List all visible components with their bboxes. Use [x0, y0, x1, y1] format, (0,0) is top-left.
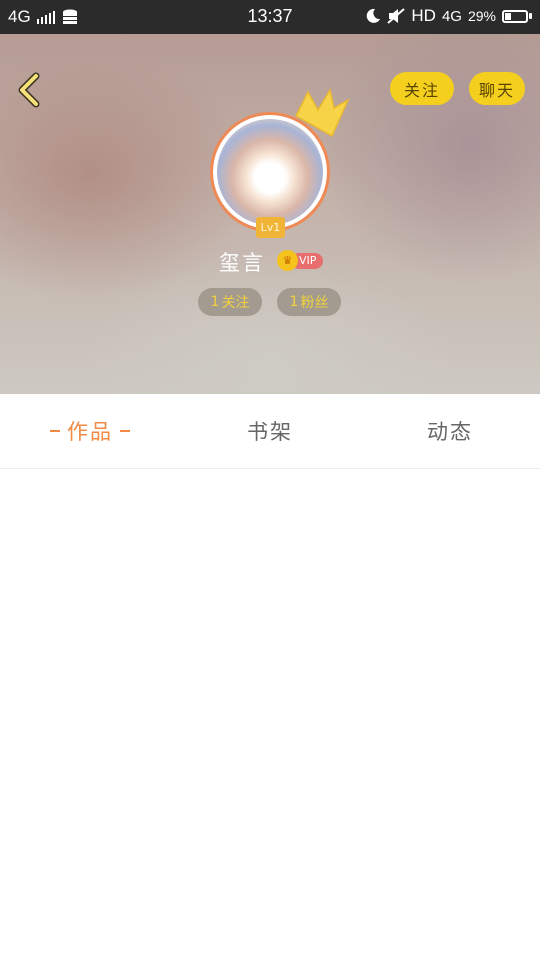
- tab-works[interactable]: 作品: [0, 394, 180, 468]
- status-right: HD 4G 29%: [365, 6, 532, 26]
- battery-icon: [502, 9, 532, 23]
- following-count: 1: [210, 294, 220, 310]
- fans-label: 粉丝: [300, 295, 329, 311]
- fans-stat[interactable]: 1 粉丝: [277, 288, 341, 316]
- level-badge: Lv1: [256, 217, 285, 238]
- profile-header: 关注 聊天 Lv1 玺言 VIP ♛ 1 关注 1 粉丝: [0, 34, 540, 394]
- network-right-label: 4G: [441, 7, 462, 25]
- tab-activity-label: 动态: [427, 420, 473, 444]
- hd-label: HD: [411, 6, 436, 25]
- tab-bookshelf-label: 书架: [247, 420, 293, 444]
- following-stat[interactable]: 1 关注: [198, 288, 262, 316]
- crown-coin-icon: ♛: [277, 250, 298, 271]
- back-icon[interactable]: [12, 70, 48, 110]
- chat-button[interactable]: 聊天: [469, 72, 525, 105]
- tab-works-label: 作品: [67, 420, 113, 444]
- tab-indicator-left: [50, 430, 60, 432]
- tab-indicator-right: [120, 430, 130, 432]
- mute-icon: [387, 8, 406, 24]
- tab-activity[interactable]: 动态: [360, 394, 540, 468]
- status-bar: 4G 13:37 HD 4G 29%: [0, 0, 540, 34]
- works-content: [0, 470, 540, 960]
- fans-count: 1: [289, 294, 299, 310]
- crown-icon: [295, 88, 350, 138]
- following-label: 关注: [221, 295, 250, 311]
- vip-badge: VIP ♛: [277, 250, 325, 272]
- follow-button[interactable]: 关注: [390, 72, 454, 105]
- tab-bookshelf[interactable]: 书架: [180, 394, 360, 468]
- tab-bar: 作品 书架 动态: [0, 394, 540, 469]
- username: 玺言: [219, 251, 265, 275]
- battery-percent: 29%: [467, 8, 496, 24]
- moon-icon: [367, 8, 381, 23]
